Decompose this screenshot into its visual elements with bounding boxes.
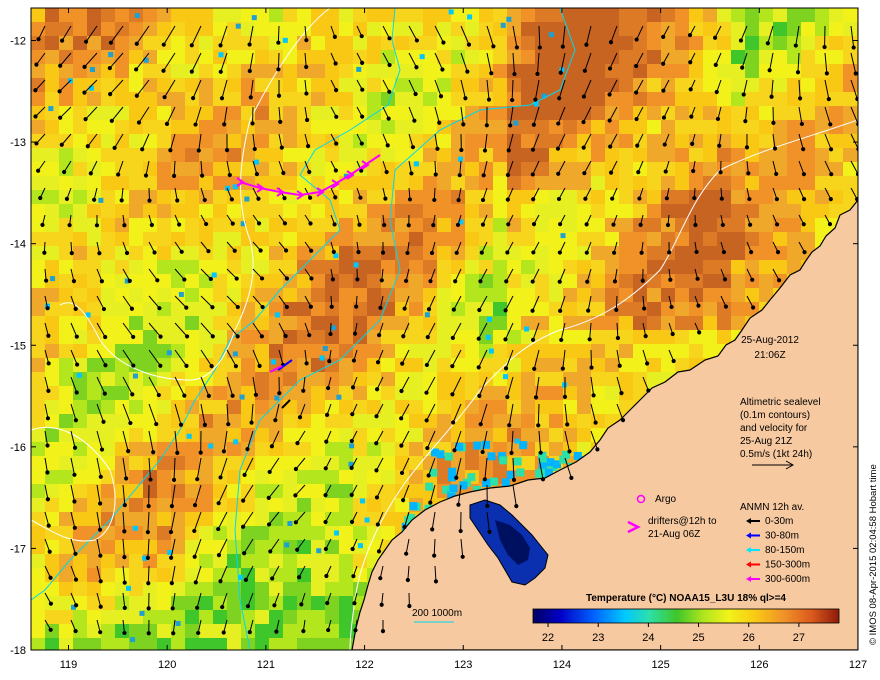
colorbar-title: Temperature (°C) NOAA15_L3U 18% ql>=4 — [586, 593, 786, 604]
lon-tick-label: 120 — [158, 659, 176, 671]
map-date: 25-Aug-2012 — [741, 335, 799, 346]
lat-tick-label: -13 — [10, 137, 26, 149]
colorbar-tick-label: 22 — [542, 632, 554, 644]
colorbar-tick-label: 25 — [692, 632, 704, 644]
colorbar-tick-label: 27 — [793, 632, 805, 644]
lat-tick-label: -18 — [10, 645, 26, 657]
drifters-label-1: drifters@12h to — [648, 516, 717, 527]
altimetry-line-2: (0.1m contours) — [740, 410, 810, 421]
sst-map: 119 120 121 122 123 124 125 126 127 -12 -13 -14 -15… — [10, 7, 879, 671]
altimetry-line-1: Altimetric sealevel — [740, 397, 821, 408]
anmn-item-label: 0-30m — [765, 516, 793, 527]
sst-field — [31, 8, 858, 650]
bathymetry-label: 200 1000m — [412, 608, 462, 619]
lat-tick-label: -12 — [10, 36, 26, 48]
lon-tick-label: 125 — [651, 659, 669, 671]
lon-tick-label: 121 — [257, 659, 275, 671]
credit-text: © IMOS 08-Apr-2015 02:04:58 Hobart time — [868, 464, 879, 645]
lat-tick-label: -17 — [10, 543, 26, 555]
colorbar-tick-label: 26 — [743, 632, 755, 644]
lat-tick-label: -14 — [10, 239, 26, 251]
drifters-label-2: 21-Aug 06Z — [648, 529, 700, 540]
anmn-item-label: 80-150m — [765, 545, 804, 556]
lon-tick-label: 122 — [355, 659, 373, 671]
altimetry-line-4: 25-Aug 21Z — [740, 436, 792, 447]
argo-label: Argo — [655, 494, 677, 505]
colorbar-tick-label: 23 — [592, 632, 604, 644]
lat-tick-label: -16 — [10, 442, 26, 454]
altimetry-line-3: and velocity for — [740, 423, 808, 434]
lon-tick-label: 126 — [750, 659, 768, 671]
anmn-item-label: 150-300m — [765, 560, 810, 571]
colorbar-tick-label: 24 — [642, 632, 654, 644]
lon-tick-label: 123 — [454, 659, 472, 671]
lon-tick-label: 119 — [60, 659, 78, 671]
colorbar-ramp — [532, 608, 840, 624]
anmn-item-label: 30-80m — [765, 531, 799, 542]
lat-tick-label: -15 — [10, 340, 26, 352]
lon-tick-label: 127 — [849, 659, 867, 671]
anmn-title: ANMN 12h av. — [740, 502, 804, 513]
map-time: 21:06Z — [754, 350, 785, 361]
lon-tick-label: 124 — [553, 659, 571, 671]
anmn-item-label: 300-600m — [765, 574, 810, 585]
altimetry-line-5: 0.5m/s (1kt 24h) — [740, 449, 812, 460]
